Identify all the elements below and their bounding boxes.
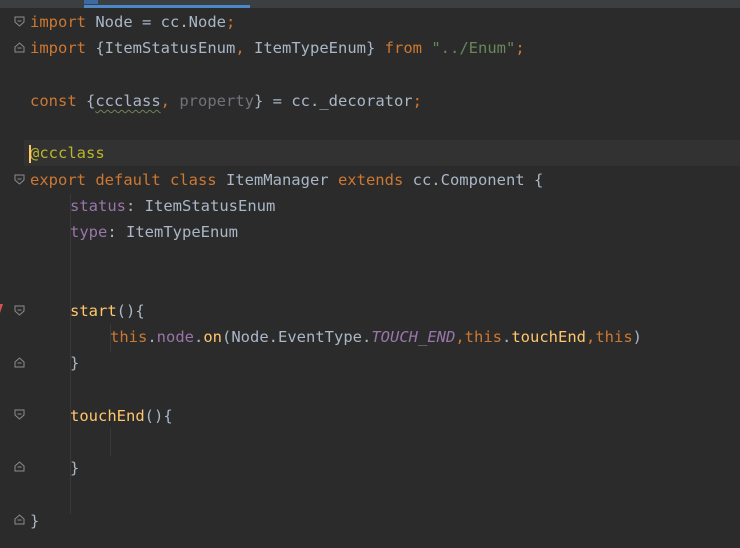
keyword: const bbox=[30, 92, 77, 110]
comma: , bbox=[455, 328, 465, 346]
code-line-16[interactable]: touchEnd(){ bbox=[70, 403, 173, 429]
dot: . bbox=[194, 328, 204, 346]
code-line-14[interactable]: } bbox=[70, 350, 79, 376]
fold-end-icon[interactable] bbox=[14, 42, 25, 53]
code-text: Node = cc.Node bbox=[86, 13, 226, 31]
semicolon: ; bbox=[225, 13, 236, 31]
code-text: cc.Component { bbox=[403, 171, 544, 189]
method-name: touchEnd bbox=[70, 407, 145, 425]
current-line-highlight bbox=[24, 140, 740, 166]
decorator: @ccclass bbox=[30, 144, 105, 162]
class-name: ItemManager bbox=[216, 171, 338, 189]
fold-end-icon[interactable] bbox=[14, 461, 25, 472]
constant: TOUCH_END bbox=[371, 328, 456, 346]
unused-identifier: property bbox=[179, 92, 254, 110]
text-caret bbox=[29, 145, 31, 163]
code-text: } = cc._decorator bbox=[254, 92, 413, 110]
code-text: : ItemStatusEnum bbox=[126, 197, 276, 215]
code-line-8[interactable]: status: ItemStatusEnum bbox=[70, 193, 275, 219]
code-text: { bbox=[86, 39, 105, 57]
fold-end-icon[interactable] bbox=[14, 514, 25, 525]
code-text: : ItemTypeEnum bbox=[107, 223, 238, 241]
identifier: ItemTypeEnum bbox=[254, 39, 366, 57]
brace: } bbox=[30, 512, 40, 530]
comma: , bbox=[586, 328, 596, 346]
code-line-2[interactable]: import {ItemStatusEnum, ItemTypeEnum} fr… bbox=[30, 35, 525, 61]
property-name: type bbox=[70, 223, 108, 241]
fold-start-icon[interactable] bbox=[14, 305, 25, 316]
keyword: this bbox=[595, 328, 633, 346]
fold-start-icon[interactable] bbox=[14, 16, 25, 27]
method-name: touchEnd bbox=[511, 328, 586, 346]
keyword: export default class bbox=[30, 171, 217, 189]
code-text: (){ bbox=[144, 407, 173, 425]
code-line-4[interactable]: const {ccclass, property} = cc._decorato… bbox=[30, 88, 422, 114]
code-text: (Node.EventType. bbox=[222, 328, 372, 346]
keyword: import bbox=[30, 13, 86, 31]
keyword: import bbox=[30, 39, 86, 57]
property-name: node bbox=[156, 328, 194, 346]
code-text: (){ bbox=[116, 302, 145, 320]
dot: . bbox=[502, 328, 512, 346]
method-name: start bbox=[70, 302, 117, 320]
fold-end-icon[interactable] bbox=[14, 357, 25, 368]
semicolon: ; bbox=[412, 92, 422, 110]
code-line-1[interactable]: import Node = cc.Node; bbox=[30, 9, 235, 35]
code-text: { bbox=[76, 92, 96, 110]
code-line-12[interactable]: start(){ bbox=[70, 298, 145, 324]
code-text: } bbox=[365, 39, 385, 57]
code-line-18[interactable]: } bbox=[70, 455, 79, 481]
string-literal: "../Enum" bbox=[431, 39, 516, 57]
fold-start-icon[interactable] bbox=[14, 174, 25, 185]
method-name: on bbox=[203, 328, 223, 346]
comma: , bbox=[235, 39, 254, 57]
brace: } bbox=[70, 354, 80, 372]
code-line-13[interactable]: this.node.on(Node.EventType.TOUCH_END,th… bbox=[110, 324, 642, 350]
identifier: ItemStatusEnum bbox=[104, 39, 236, 57]
comma: , bbox=[160, 92, 180, 110]
identifier-with-warning[interactable]: ccclass bbox=[95, 92, 160, 110]
code-line-6[interactable]: @ccclass bbox=[30, 140, 105, 166]
code-text: ) bbox=[632, 328, 643, 346]
code-line-20[interactable]: } bbox=[30, 508, 39, 534]
active-tab-indicator[interactable] bbox=[84, 5, 250, 8]
property-name: status bbox=[70, 197, 126, 215]
typescript-file-icon bbox=[84, 0, 98, 4]
keyword: extends bbox=[337, 171, 404, 189]
fold-start-icon[interactable] bbox=[14, 409, 25, 420]
brace: } bbox=[70, 459, 80, 477]
semicolon: ; bbox=[515, 39, 525, 57]
dot: . bbox=[147, 328, 157, 346]
code-line-7[interactable]: export default class ItemManager extends… bbox=[30, 167, 543, 193]
keyword: this bbox=[110, 328, 148, 346]
code-line-9[interactable]: type: ItemTypeEnum bbox=[70, 219, 238, 245]
keyword: this bbox=[464, 328, 502, 346]
keyword: from bbox=[384, 39, 422, 57]
indent-guide bbox=[110, 428, 111, 456]
